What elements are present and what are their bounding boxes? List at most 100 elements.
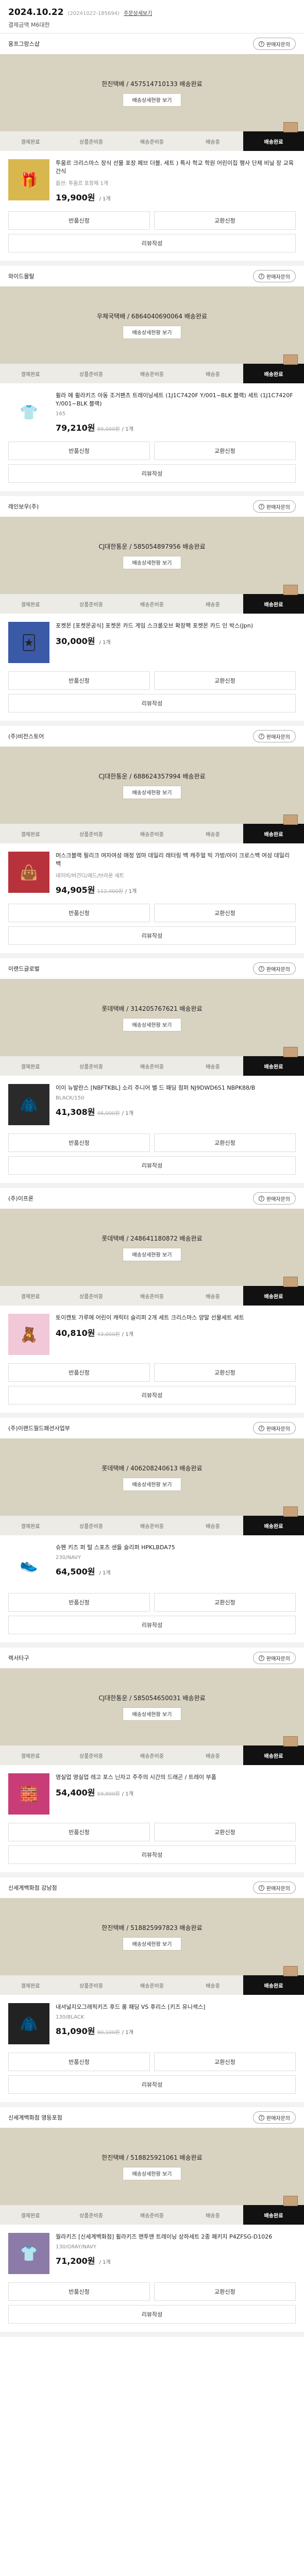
write-review-button[interactable]: 리뷰작성 — [8, 694, 296, 713]
seller-name[interactable]: 신세계백화점 영등포점 — [8, 2113, 62, 2122]
seller-inquiry-button[interactable]: ? 판매자문의 — [253, 730, 296, 742]
tracking-detail-button[interactable]: 배송상세현황 보기 — [122, 555, 182, 569]
return-button[interactable]: 반품신청 — [8, 671, 150, 690]
seller-inquiry-label: 판매자문의 — [266, 42, 290, 48]
seller-name[interactable]: (주)이랜드월드패션사업부 — [8, 1424, 70, 1432]
exchange-button[interactable]: 교환신청 — [154, 211, 296, 230]
seller-inquiry-button[interactable]: ? 판매자문의 — [253, 1192, 296, 1205]
tracking-detail-button[interactable]: 배송상세현황 보기 — [122, 1477, 182, 1491]
seller-name[interactable]: 와이드몰탈 — [8, 272, 35, 280]
product-name[interactable]: 포켓몬 [포켓몬공식] 포켓몬 카드 게임 스크롤오브 확장팩 포켓몬 카드 인… — [56, 622, 296, 630]
seller-inquiry-button[interactable]: ? 판매자문의 — [253, 1422, 296, 1434]
product-name[interactable]: 투움르 크리스마스 장식 선물 포장 페브 더블, 세트 ) 특사 학교 학원 … — [56, 159, 296, 176]
return-button[interactable]: 반품신청 — [8, 211, 150, 230]
product-name[interactable]: 슈펜 키즈 퍼 털 스포츠 샌들 슬리퍼 HPKLBDA75 — [56, 1544, 296, 1552]
product-thumbnail[interactable]: 👟 — [8, 1544, 49, 1585]
product-thumbnail[interactable]: 👜 — [8, 852, 49, 893]
write-review-button[interactable]: 리뷰작성 — [8, 2305, 296, 2324]
seller-name[interactable]: 신세계백화점 강남점 — [8, 1884, 57, 1892]
product-thumbnail[interactable]: 👕 — [8, 2233, 49, 2274]
tracking-detail-button[interactable]: 배송상세현황 보기 — [122, 325, 182, 339]
product-name[interactable]: 월라키즈 [신세계백화점] 휠라키즈 맨투맨 트레이닝 상하세트 2종 패키지 … — [56, 2233, 296, 2241]
product-name[interactable]: 영실업 영실업 레고 포스 닌자고 주주의 시간의 드래곤 / 트레이 부품 — [56, 1773, 296, 1782]
return-button[interactable]: 반품신청 — [8, 904, 150, 922]
product-row[interactable]: 🧸 토이캔토 가루에 어린이 캐릭터 슬리퍼 2개 세트 크리스마스 양말 선물… — [0, 1306, 304, 1363]
return-button[interactable]: 반품신청 — [8, 1823, 150, 1841]
exchange-button[interactable]: 교환신청 — [154, 904, 296, 922]
tracking-detail-button[interactable]: 배송상세현황 보기 — [122, 1247, 182, 1261]
product-thumbnail[interactable]: 🧥 — [8, 2003, 49, 2044]
product-name[interactable]: 이이 뉴발란스 [NBFTKBL] 소리 주니어 벨 드 패딩 점퍼 NJ9DW… — [56, 1084, 296, 1092]
seller-inquiry-button[interactable]: ? 판매자문의 — [253, 1652, 296, 1664]
return-button[interactable]: 반품신청 — [8, 2282, 150, 2301]
product-name[interactable]: 휠라 에 휠라키즈 아동 조거팬츠 트레이닝세트 (1J1C7420F Y/00… — [56, 392, 296, 408]
product-name[interactable]: 머스크블랙 필리크 여자여성 애정 엄마 데일리 레터링 백 캐주얼 빅 가방/… — [56, 852, 296, 868]
product-thumbnail[interactable]: 👕 — [8, 392, 49, 433]
product-row[interactable]: 👜 머스크블랙 필리크 여자여성 애정 엄마 데일리 레터링 백 캐주얼 빅 가… — [0, 843, 304, 904]
return-button[interactable]: 반품신청 — [8, 1133, 150, 1152]
product-row[interactable]: 🧥 내셔널지오그래픽키즈 후드 롱 패딩 VS 후리스 [키즈 유니섹스] 13… — [0, 1995, 304, 2053]
delivery-step: 결제완료 — [0, 364, 61, 383]
exchange-button[interactable]: 교환신청 — [154, 1593, 296, 1612]
seller-inquiry-button[interactable]: ? 판매자문의 — [253, 2111, 296, 2124]
seller-inquiry-button[interactable]: ? 판매자문의 — [253, 962, 296, 975]
seller-inquiry-button[interactable]: ? 판매자문의 — [253, 1882, 296, 1894]
write-review-button[interactable]: 리뷰작성 — [8, 1616, 296, 1634]
seller-inquiry-button[interactable]: ? 판매자문의 — [253, 500, 296, 513]
tracking-detail-button[interactable]: 배송상세현황 보기 — [122, 93, 182, 107]
return-button[interactable]: 반품신청 — [8, 1593, 150, 1612]
product-row[interactable]: 🧥 이이 뉴발란스 [NBFTKBL] 소리 주니어 벨 드 패딩 점퍼 NJ9… — [0, 1076, 304, 1133]
delivery-step: 상품준비중 — [61, 594, 122, 614]
delivery-steps: 결제완료 상품준비중 배송준비중 배송중 배송완료 — [0, 354, 304, 383]
exchange-button[interactable]: 교환신청 — [154, 671, 296, 690]
seller-inquiry-label: 판매자문의 — [266, 734, 290, 740]
tracking-detail-button[interactable]: 배송상세현황 보기 — [122, 1018, 182, 1031]
order-detail-link[interactable]: 주문상세보기 — [124, 9, 152, 16]
order-section: 신세계백화점 영등포점 ? 판매자문의 한진택배 / 518825921061 … — [0, 2107, 304, 2337]
product-price: 19,900원 / 1개 — [56, 191, 296, 203]
seller-name[interactable]: 옹프그랑스샵 — [8, 40, 40, 48]
product-name[interactable]: 토이캔토 가루에 어린이 캐릭터 슬리퍼 2개 세트 크리스마스 양말 선물세트… — [56, 1314, 296, 1322]
product-row[interactable]: 🧱 영실업 영실업 레고 포스 닌자고 주주의 시간의 드래곤 / 트레이 부품… — [0, 1765, 304, 1823]
write-review-button[interactable]: 리뷰작성 — [8, 1845, 296, 1864]
tracking-detail-button[interactable]: 배송상세현황 보기 — [122, 1707, 182, 1721]
exchange-button[interactable]: 교환신청 — [154, 1133, 296, 1152]
product-thumbnail[interactable]: 🧥 — [8, 1084, 49, 1125]
write-review-button[interactable]: 리뷰작성 — [8, 234, 296, 252]
seller-inquiry-button[interactable]: ? 판매자문의 — [253, 270, 296, 282]
write-review-button[interactable]: 리뷰작성 — [8, 1386, 296, 1404]
exchange-button[interactable]: 교환신청 — [154, 2282, 296, 2301]
seller-name[interactable]: 렉서타구 — [8, 1654, 29, 1662]
product-row[interactable]: 👕 휠라 에 휠라키즈 아동 조거팬츠 트레이닝세트 (1J1C7420F Y/… — [0, 383, 304, 442]
seller-name[interactable]: (주)이프론 — [8, 1194, 33, 1202]
product-thumbnail[interactable]: 🧸 — [8, 1314, 49, 1355]
write-review-button[interactable]: 리뷰작성 — [8, 464, 296, 483]
product-name[interactable]: 내셔널지오그래픽키즈 후드 롱 패딩 VS 후리스 [키즈 유니섹스] — [56, 2003, 296, 2011]
tracking-detail-button[interactable]: 배송상세현황 보기 — [122, 2166, 182, 2180]
seller-inquiry-button[interactable]: ? 판매자문의 — [253, 38, 296, 50]
seller-name[interactable]: 레인보우(주) — [8, 502, 39, 511]
product-thumbnail[interactable]: 🧱 — [8, 1773, 49, 1815]
tracking-detail-button[interactable]: 배송상세현황 보기 — [122, 785, 182, 799]
exchange-button[interactable]: 교환신청 — [154, 1363, 296, 1382]
product-row[interactable]: 👟 슈펜 키즈 퍼 털 스포츠 샌들 슬리퍼 HPKLBDA75 230/NAV… — [0, 1535, 304, 1593]
return-button[interactable]: 반품신청 — [8, 2053, 150, 2071]
product-thumbnail[interactable]: 🃏 — [8, 622, 49, 663]
product-row[interactable]: 🎁 투움르 크리스마스 장식 선물 포장 페브 더블, 세트 ) 특사 학교 학… — [0, 151, 304, 211]
write-review-button[interactable]: 리뷰작성 — [8, 1156, 296, 1175]
product-row[interactable]: 👕 월라키즈 [신세계백화점] 휠라키즈 맨투맨 트레이닝 상하세트 2종 패키… — [0, 2225, 304, 2282]
return-button[interactable]: 반품신청 — [8, 442, 150, 460]
write-review-button[interactable]: 리뷰작성 — [8, 2075, 296, 2094]
exchange-button[interactable]: 교환신청 — [154, 442, 296, 460]
tracking-box: 롯데택배 / 248641180872 배송완료 배송상세현황 보기 — [0, 1209, 304, 1286]
seller-name[interactable]: (주)비전스토어 — [8, 732, 44, 740]
exchange-button[interactable]: 교환신청 — [154, 1823, 296, 1841]
delivery-step: 배송중 — [182, 364, 243, 383]
return-button[interactable]: 반품신청 — [8, 1363, 150, 1382]
seller-name[interactable]: 이랜드글로벌 — [8, 964, 40, 973]
exchange-button[interactable]: 교환신청 — [154, 2053, 296, 2071]
write-review-button[interactable]: 리뷰작성 — [8, 926, 296, 945]
tracking-detail-button[interactable]: 배송상세현황 보기 — [122, 1937, 182, 1951]
product-row[interactable]: 🃏 포켓몬 [포켓몬공식] 포켓몬 카드 게임 스크롤오브 확장팩 포켓몬 카드… — [0, 614, 304, 671]
product-thumbnail[interactable]: 🎁 — [8, 159, 49, 200]
